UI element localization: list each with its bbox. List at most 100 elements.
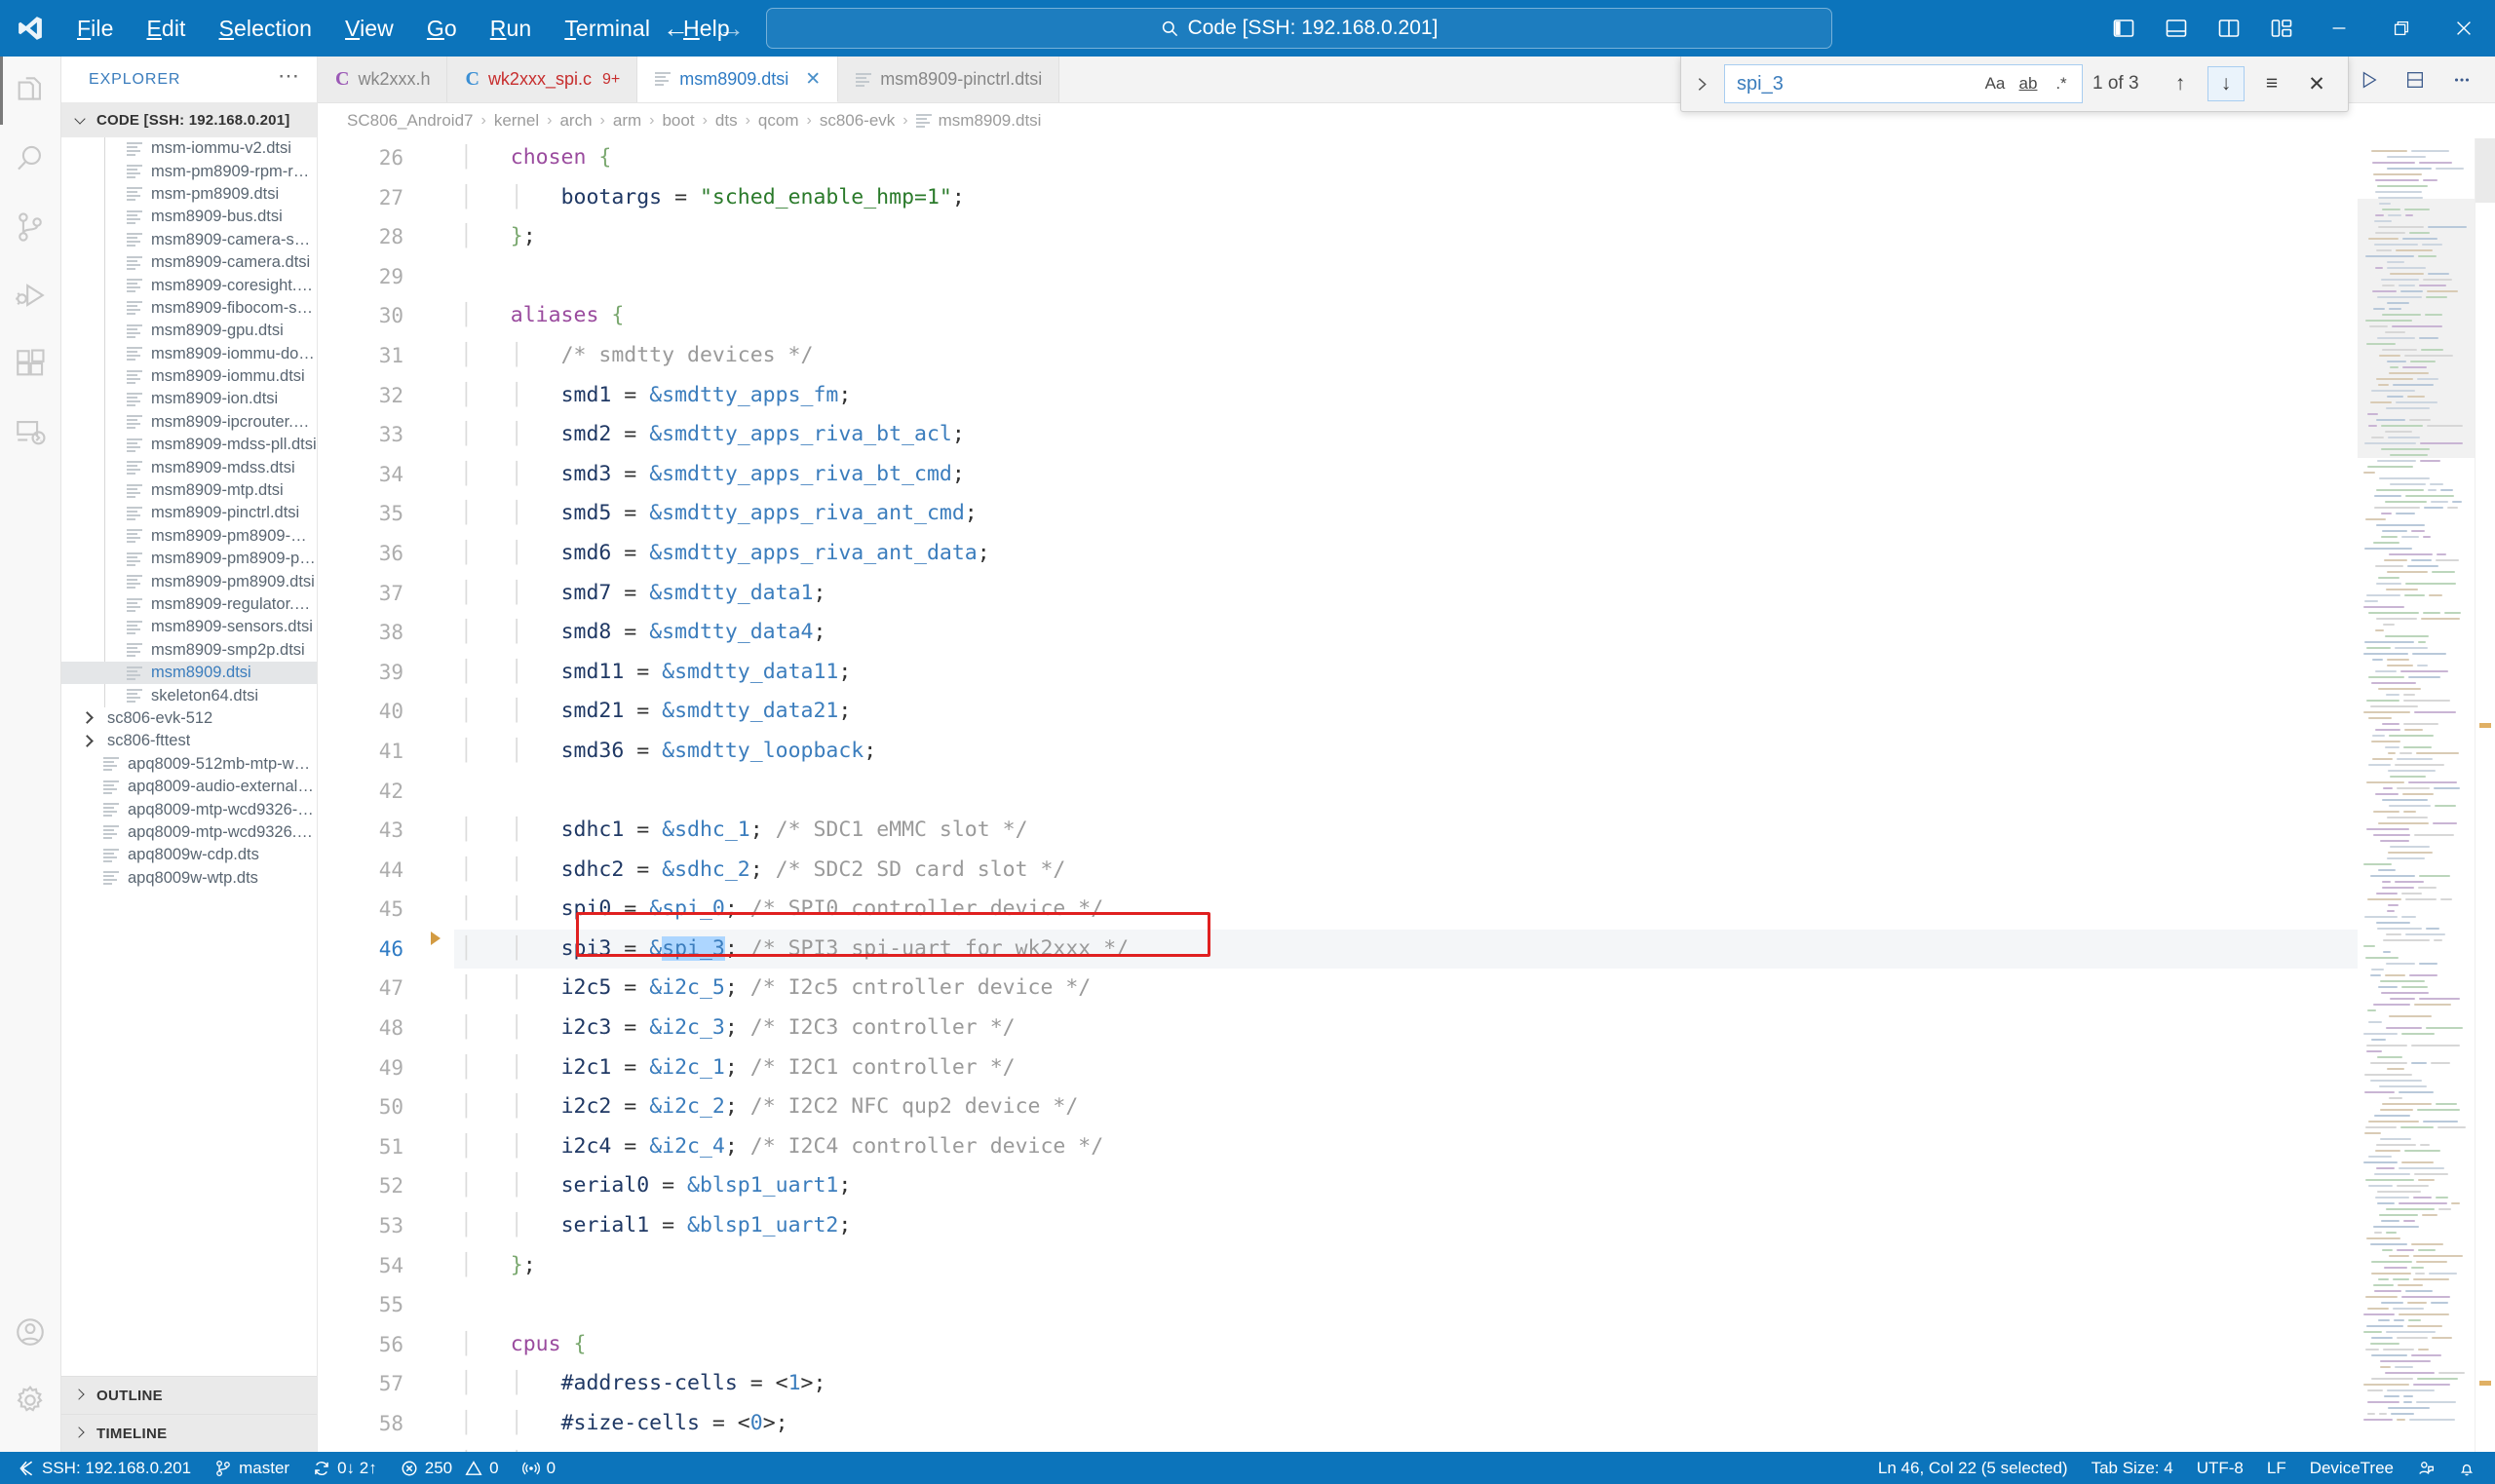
find-input[interactable]: spi_3 (1737, 73, 1977, 95)
toggle-panel-button[interactable] (2150, 0, 2203, 57)
tree-file-item[interactable]: msm8909.dtsi (61, 661, 317, 685)
manage-settings-button[interactable] (0, 1366, 60, 1434)
find-previous-button[interactable]: ↑ (2163, 67, 2198, 100)
status-remote-tunnel[interactable]: 0 (511, 1452, 567, 1484)
close-button[interactable] (2433, 0, 2495, 57)
sidebar-item-remote-explorer[interactable] (0, 398, 60, 466)
tree-file-item[interactable]: msm8909-camera-sensor... (61, 229, 317, 251)
find-widget[interactable]: spi_3 Aa ab .* 1 of 3 ↑ ↓ ≡ ✕ (1680, 57, 2349, 112)
tree-file-item[interactable]: msm8909-ipcrouter.dtsi (61, 411, 317, 434)
code-line[interactable]: │ │ smd7 = &smdtty_data1; (454, 574, 2358, 614)
breadcrumb-item[interactable]: SC806_Android7 (347, 111, 473, 131)
use-regex-toggle[interactable]: .* (2047, 70, 2076, 97)
minimap[interactable] (2358, 138, 2475, 1452)
find-input-wrapper[interactable]: spi_3 Aa ab .* (1724, 64, 2083, 103)
status-notifications-button[interactable] (2446, 1452, 2495, 1484)
menu-selection[interactable]: Selection (203, 11, 329, 47)
status-encoding[interactable]: UTF-8 (2185, 1452, 2255, 1484)
code-line[interactable]: │ │ smd36 = &smdtty_loopback; (454, 732, 2358, 772)
tree-folder-item[interactable]: sc806-fttest (61, 730, 317, 752)
menu-terminal[interactable]: Terminal (548, 11, 667, 47)
tree-file-item[interactable]: msm8909-pinctrl.dtsi (61, 502, 317, 524)
code-line[interactable]: │ │ #address-cells = <1>; (454, 1364, 2358, 1404)
tree-file-item[interactable]: msm8909-ion.dtsi (61, 388, 317, 410)
tree-file-item[interactable]: msm8909-regulator.dtsi (61, 593, 317, 616)
tree-file-item[interactable]: msm8909-iommu.dtsi (61, 365, 317, 388)
tree-file-item[interactable]: apq8009-audio-external_c... (61, 776, 317, 798)
tree-file-item[interactable]: msm8909-mdss.dtsi (61, 456, 317, 478)
code-line[interactable]: │ │ #size-cells = <0>; (454, 1404, 2358, 1444)
sidebar-item-search[interactable] (0, 125, 60, 193)
sidebar-item-source-control[interactable] (0, 193, 60, 261)
code-line[interactable]: │ │ smd3 = &smdtty_apps_riva_bt_cmd; (454, 455, 2358, 495)
toggle-secondary-sidebar-button[interactable] (2203, 0, 2255, 57)
editor-scrollbar[interactable] (2475, 138, 2495, 1452)
code-line[interactable]: │ │ serial0 = &blsp1_uart1; (454, 1166, 2358, 1206)
sidebar-section-outline[interactable]: OUTLINE (61, 1376, 317, 1414)
folding-gutter[interactable] (425, 138, 454, 1452)
menu-go[interactable]: Go (410, 11, 474, 47)
code-content[interactable]: │ chosen {│ │ bootargs = "sched_enable_h… (454, 138, 2358, 1452)
status-language-mode[interactable]: DeviceTree (2298, 1452, 2405, 1484)
status-git-branch[interactable]: master (203, 1452, 301, 1484)
arrow-right-icon[interactable]: → (718, 15, 745, 42)
code-line[interactable] (454, 1285, 2358, 1325)
code-line[interactable]: │ │ smd21 = &smdtty_data21; (454, 692, 2358, 732)
code-line[interactable]: │ │ smd6 = &smdtty_apps_riva_ant_data; (454, 534, 2358, 574)
account-button[interactable] (0, 1298, 60, 1366)
code-line[interactable]: │ │ smd2 = &smdtty_apps_riva_bt_acl; (454, 415, 2358, 455)
code-editor[interactable]: 26 27 28 29 30 31 32 33 34 35 36 37 38 39 40 41 42 43 44 45… (318, 138, 2495, 1452)
code-line[interactable]: │ chosen { (454, 138, 2358, 178)
customize-layout-button[interactable] (2255, 0, 2308, 57)
code-line[interactable]: │ │ i2c4 = &i2c_4; /* I2C4 controller de… (454, 1127, 2358, 1167)
sidebar-item-extensions[interactable] (0, 329, 60, 398)
code-line[interactable]: │ │ bootargs = "sched_enable_hmp=1"; (454, 178, 2358, 218)
status-sync-changes[interactable]: 0↓ 2↑ (301, 1452, 389, 1484)
more-editor-actions-button[interactable] (2438, 57, 2485, 102)
tree-file-item[interactable]: msm8909-bus.dtsi (61, 206, 317, 228)
explorer-more-actions-button[interactable]: ⋯ (278, 64, 301, 88)
breadcrumb-item[interactable]: boot (662, 111, 694, 131)
status-remote-ssh[interactable]: SSH: 192.168.0.201 (6, 1452, 203, 1484)
find-close-button[interactable]: ✕ (2299, 67, 2334, 100)
toggle-primary-sidebar-button[interactable] (2097, 0, 2150, 57)
code-line[interactable]: │ │ sdhc1 = &sdhc_1; /* SDC1 eMMC slot *… (454, 811, 2358, 851)
status-feedback-button[interactable] (2405, 1452, 2446, 1484)
status-problems[interactable]: 250 0 (389, 1452, 511, 1484)
tree-file-item[interactable]: msm8909-sensors.dtsi (61, 616, 317, 638)
tree-file-item[interactable]: msm8909-pm8909-mtp.... (61, 525, 317, 548)
editor-tab-msm8909-pinctrl.dtsi[interactable]: msm8909-pinctrl.dtsi (838, 57, 1060, 102)
code-line[interactable]: │ │ smd5 = &smdtty_apps_riva_ant_cmd; (454, 494, 2358, 534)
tree-file-item[interactable]: msm8909-pm8909-pm.d... (61, 548, 317, 570)
code-line[interactable]: │ │ spi3 = &spi_3; /* SPI3 spi-uart for … (454, 929, 2358, 970)
breadcrumb-item[interactable]: arm (613, 111, 641, 131)
code-line[interactable]: │ aliases { (454, 296, 2358, 336)
code-line[interactable]: │ │ /* smdtty devices */ (454, 336, 2358, 376)
tree-file-item[interactable]: apq8009-mtp-wcd9326-re... (61, 798, 317, 820)
command-center[interactable]: Code [SSH: 192.168.0.201] (766, 8, 1832, 49)
code-line[interactable]: │ │ CPU0: cpu@0 { (454, 1444, 2358, 1452)
tree-file-item[interactable]: apq8009w-wtp.dts (61, 867, 317, 890)
tree-file-item[interactable]: msm8909-smp2p.dtsi (61, 639, 317, 662)
code-line[interactable]: │ │ smd1 = &smdtty_apps_fm; (454, 376, 2358, 416)
code-line[interactable]: │ │ spi0 = &spi_0; /* SPI0 controller de… (454, 890, 2358, 930)
tree-file-item[interactable]: msm-pm8909-rpm-regul... (61, 160, 317, 182)
code-line[interactable]: │ │ smd8 = &smdtty_data4; (454, 613, 2358, 653)
code-line[interactable]: │ }; (454, 217, 2358, 257)
folding-arrow-icon[interactable] (431, 932, 441, 945)
status-editor-selection[interactable]: Ln 46, Col 22 (5 selected) (1866, 1452, 2080, 1484)
match-case-toggle[interactable]: Aa (1980, 70, 2010, 97)
code-line[interactable] (454, 257, 2358, 297)
tree-file-item[interactable]: msm-pm8909.dtsi (61, 183, 317, 206)
code-line[interactable]: │ │ i2c3 = &i2c_3; /* I2C3 controller */ (454, 1008, 2358, 1048)
tree-file-item[interactable]: apq8009w-cdp.dts (61, 844, 317, 866)
breadcrumb-item[interactable]: arch (559, 111, 592, 131)
tree-file-item[interactable]: msm8909-mtp.dtsi (61, 479, 317, 502)
sidebar-section-timeline[interactable]: TIMELINE (61, 1414, 317, 1452)
whole-word-toggle[interactable]: ab (2014, 70, 2043, 97)
run-code-button[interactable] (2345, 57, 2392, 102)
code-line[interactable]: │ │ i2c2 = &i2c_2; /* I2C2 NFC qup2 devi… (454, 1087, 2358, 1127)
tree-file-item[interactable]: msm8909-gpu.dtsi (61, 320, 317, 342)
menu-edit[interactable]: Edit (130, 11, 202, 47)
tree-file-item[interactable]: msm8909-mdss-pll.dtsi (61, 434, 317, 456)
